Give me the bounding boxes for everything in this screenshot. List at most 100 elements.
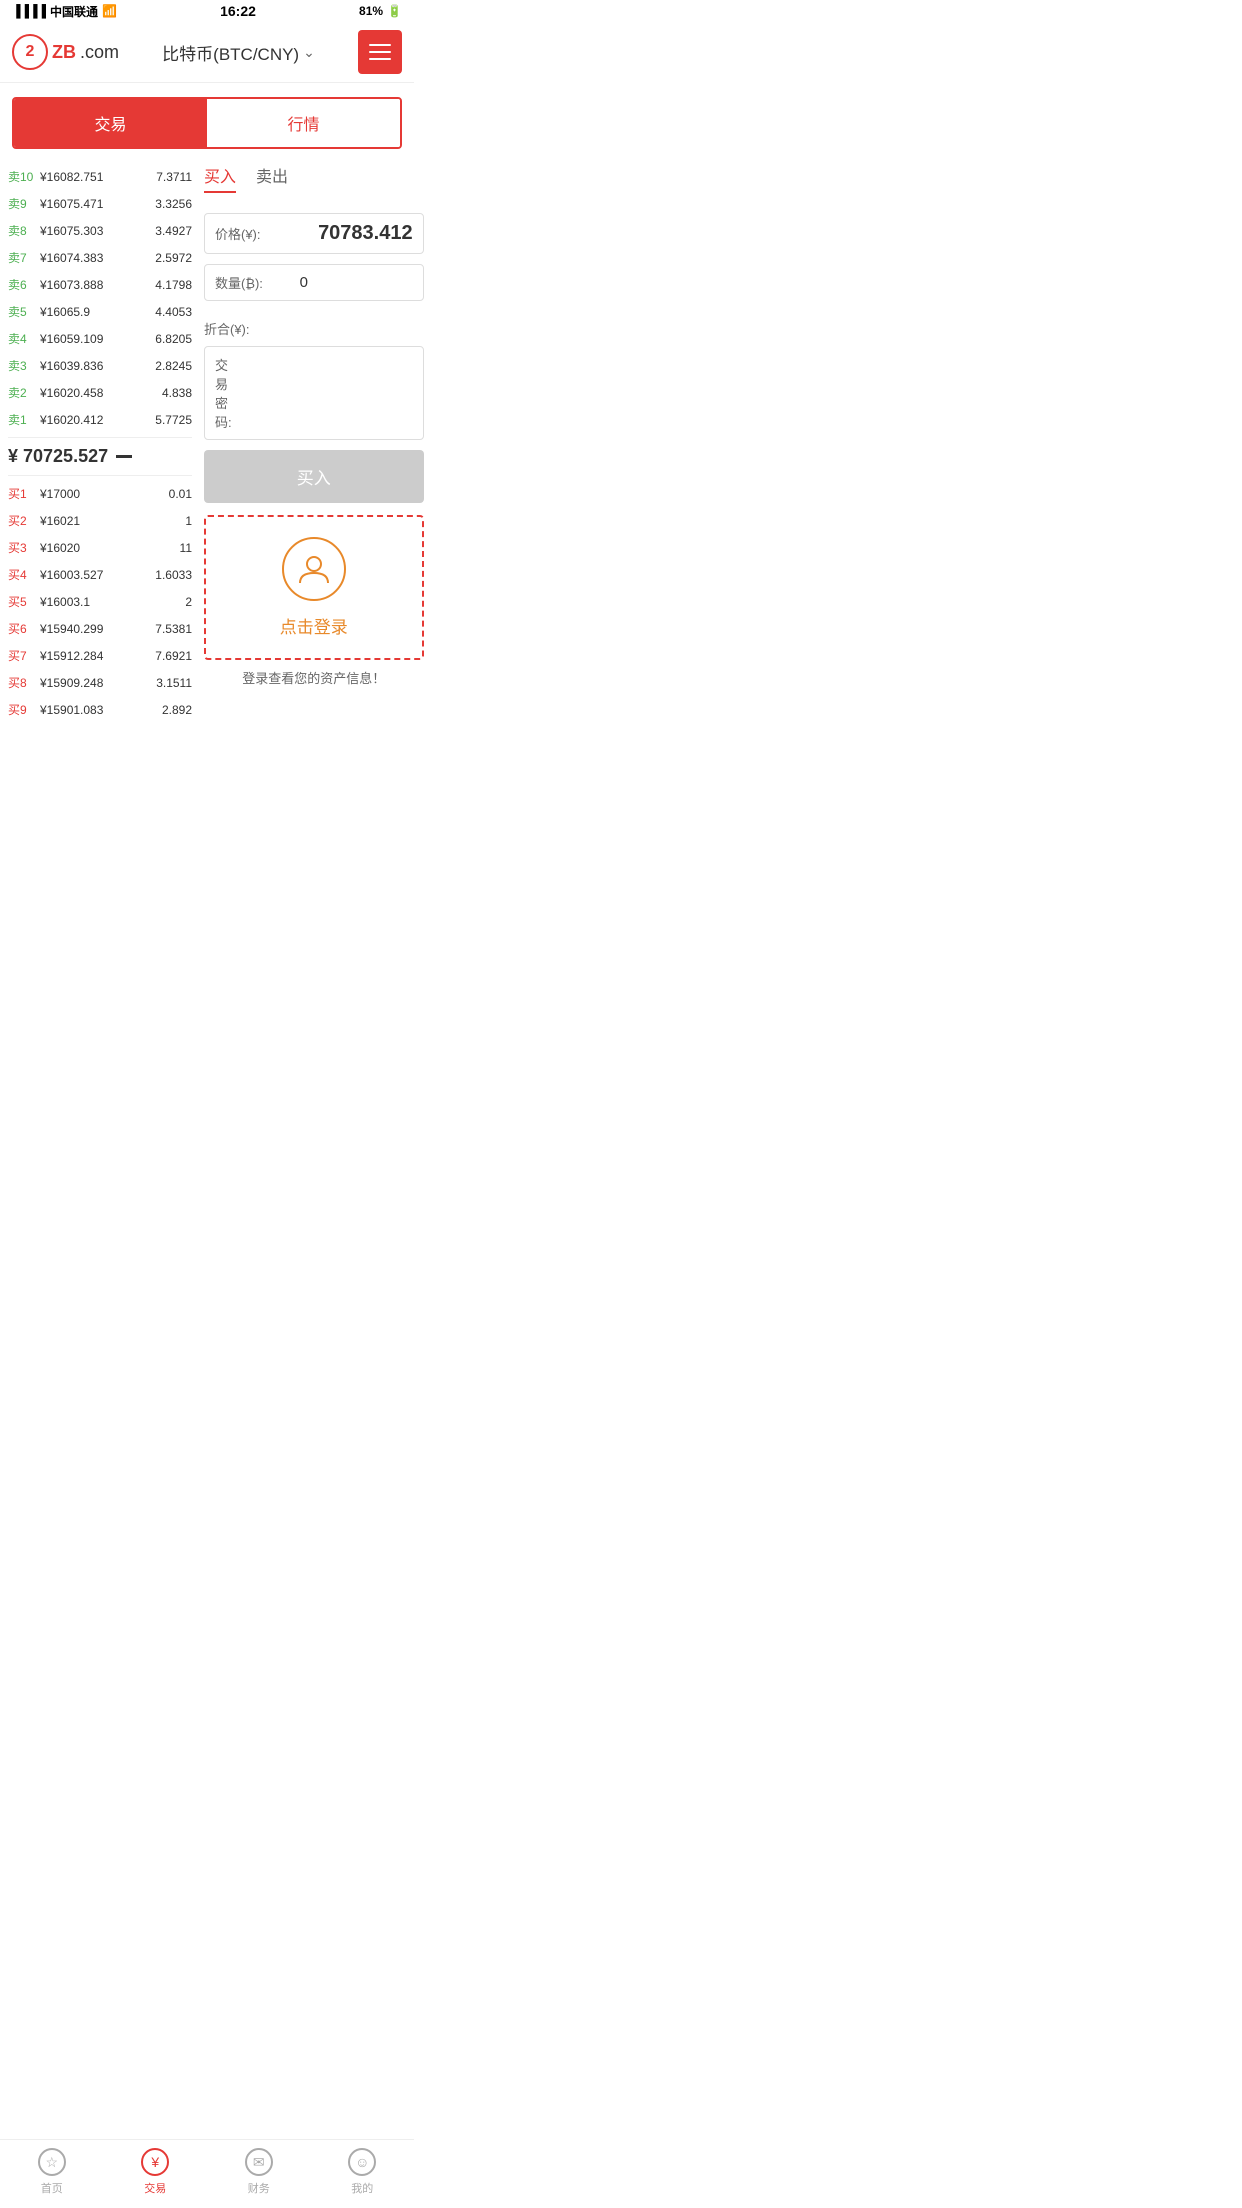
- signal-icon: ▐▐▐▐: [12, 4, 46, 18]
- buy-qty: 7.6921: [155, 649, 192, 663]
- buy-qty: 2: [185, 595, 192, 609]
- sell-price: ¥16065.9: [36, 305, 155, 319]
- sell-qty: 4.4053: [155, 305, 192, 319]
- sell-qty: 4.838: [162, 386, 192, 400]
- order-book: 卖10 ¥16082.751 7.3711 卖9 ¥16075.471 3.32…: [0, 163, 200, 723]
- sell-order-row: 卖5 ¥16065.9 4.4053: [8, 298, 192, 325]
- buy-label: 买5: [8, 593, 36, 610]
- logo-circle: 2: [12, 34, 48, 70]
- tab-buy[interactable]: 买入: [204, 163, 236, 193]
- price-label: 价格(¥):: [215, 224, 261, 243]
- buy-label: 买4: [8, 566, 36, 583]
- login-text[interactable]: 点击登录: [280, 613, 348, 638]
- header: 2 ZB .com 比特币(BTC/CNY) ⌄: [0, 22, 414, 83]
- sell-qty: 6.8205: [155, 332, 192, 346]
- nav-trade[interactable]: ¥ 交易: [141, 2148, 169, 2196]
- menu-button[interactable]: [358, 30, 402, 74]
- buy-qty: 2.892: [162, 703, 192, 717]
- trade-tabs: 买入 卖出: [204, 163, 424, 199]
- sell-qty: 2.5972: [155, 251, 192, 265]
- buy-order-row: 买6 ¥15940.299 7.5381: [8, 615, 192, 642]
- main-tabs: 交易 行情: [12, 97, 402, 149]
- wifi-icon: 📶: [102, 4, 117, 18]
- menu-line3: [369, 58, 391, 60]
- buy-label: 买8: [8, 674, 36, 691]
- bottom-nav: ☆ 首页 ¥ 交易 ✉ 财务 ☺ 我的: [0, 2139, 414, 2208]
- tab-market[interactable]: 行情: [207, 99, 400, 147]
- buy-label: 买6: [8, 620, 36, 637]
- buy-qty: 3.1511: [156, 676, 192, 690]
- buy-qty: 7.5381: [155, 622, 192, 636]
- nav-trade-label: 交易: [144, 2180, 166, 2196]
- sell-price: ¥16075.303: [36, 224, 155, 238]
- user-icon: [296, 551, 332, 587]
- status-left: ▐▐▐▐ 中国联通 📶: [12, 3, 117, 20]
- qty-input[interactable]: [263, 274, 323, 291]
- nav-home-label: 首页: [41, 2180, 63, 2196]
- main-content: 卖10 ¥16082.751 7.3711 卖9 ¥16075.471 3.32…: [0, 163, 414, 723]
- logo[interactable]: 2 ZB .com: [12, 34, 119, 70]
- buy-order-row: 买5 ¥16003.1 2: [8, 588, 192, 615]
- buy-label: 买2: [8, 512, 36, 529]
- sell-order-row: 卖8 ¥16075.303 3.4927: [8, 217, 192, 244]
- buy-price: ¥16020: [36, 541, 180, 555]
- chevron-down-icon: ⌄: [303, 44, 315, 61]
- buy-price: ¥15940.299: [36, 622, 155, 636]
- login-desc: 登录查看您的资产信息！: [204, 668, 424, 687]
- buy-order-row: 买9 ¥15901.083 2.892: [8, 696, 192, 723]
- buy-qty: 0.01: [169, 487, 192, 501]
- buy-price: ¥17000: [36, 487, 169, 501]
- sell-label: 卖8: [8, 222, 36, 239]
- battery-icon: 🔋: [387, 4, 402, 18]
- buy-qty: 1.6033: [155, 568, 192, 582]
- trade-icon: ¥: [141, 2148, 169, 2176]
- buy-label: 买9: [8, 701, 36, 718]
- nav-finance[interactable]: ✉ 财务: [245, 2148, 273, 2196]
- sell-label: 卖10: [8, 168, 36, 185]
- buy-order-row: 买2 ¥16021 1: [8, 507, 192, 534]
- qty-field-group: 数量(₿):: [204, 264, 424, 301]
- buy-button[interactable]: 买入: [204, 450, 424, 503]
- tab-sell[interactable]: 卖出: [256, 163, 288, 193]
- status-bar: ▐▐▐▐ 中国联通 📶 16:22 81% 🔋: [0, 0, 414, 22]
- tab-trade[interactable]: 交易: [14, 99, 207, 147]
- buy-price: ¥15901.083: [36, 703, 162, 717]
- buy-price: ¥16003.1: [36, 595, 185, 609]
- header-title[interactable]: 比特币(BTC/CNY) ⌄: [162, 40, 315, 65]
- status-right: 81% 🔋: [359, 4, 402, 18]
- sell-label: 卖7: [8, 249, 36, 266]
- qty-label: 数量(₿):: [215, 273, 263, 292]
- sell-price: ¥16020.458: [36, 386, 162, 400]
- buy-label: 买7: [8, 647, 36, 664]
- buy-order-row: 买4 ¥16003.527 1.6033: [8, 561, 192, 588]
- sell-label: 卖4: [8, 330, 36, 347]
- sell-order-row: 卖6 ¥16073.888 4.1798: [8, 271, 192, 298]
- menu-line2: [369, 51, 391, 53]
- sell-price: ¥16039.836: [36, 359, 155, 373]
- menu-line1: [369, 44, 391, 46]
- sell-price: ¥16082.751: [36, 170, 156, 184]
- logo-text: ZB: [52, 42, 76, 63]
- sell-qty: 4.1798: [155, 278, 192, 292]
- mine-icon: ☺: [348, 2148, 376, 2176]
- finance-icon: ✉: [245, 2148, 273, 2176]
- sell-label: 卖5: [8, 303, 36, 320]
- trade-panel: 买入 卖出 价格(¥): 70783.412 数量(₿): 折合(¥):: [200, 163, 434, 723]
- battery-pct: 81%: [359, 4, 383, 18]
- sell-order-row: 卖4 ¥16059.109 6.8205: [8, 325, 192, 352]
- password-input[interactable]: [232, 385, 413, 401]
- login-prompt[interactable]: 点击登录: [204, 515, 424, 660]
- buy-label: 买3: [8, 539, 36, 556]
- buy-label: 买1: [8, 485, 36, 502]
- nav-mine[interactable]: ☺ 我的: [348, 2148, 376, 2196]
- sell-orders: 卖10 ¥16082.751 7.3711 卖9 ¥16075.471 3.32…: [8, 163, 192, 433]
- buy-orders: 买1 ¥17000 0.01 买2 ¥16021 1 买3 ¥16020 11 …: [8, 480, 192, 723]
- sell-qty: 3.4927: [155, 224, 192, 238]
- sell-order-row: 卖9 ¥16075.471 3.3256: [8, 190, 192, 217]
- nav-home[interactable]: ☆ 首页: [38, 2148, 66, 2196]
- home-icon: ☆: [38, 2148, 66, 2176]
- sell-qty: 7.3711: [156, 170, 192, 184]
- fold-label: 折合(¥):: [204, 311, 424, 346]
- carrier: 中国联通: [50, 3, 98, 20]
- buy-qty: 11: [180, 541, 192, 555]
